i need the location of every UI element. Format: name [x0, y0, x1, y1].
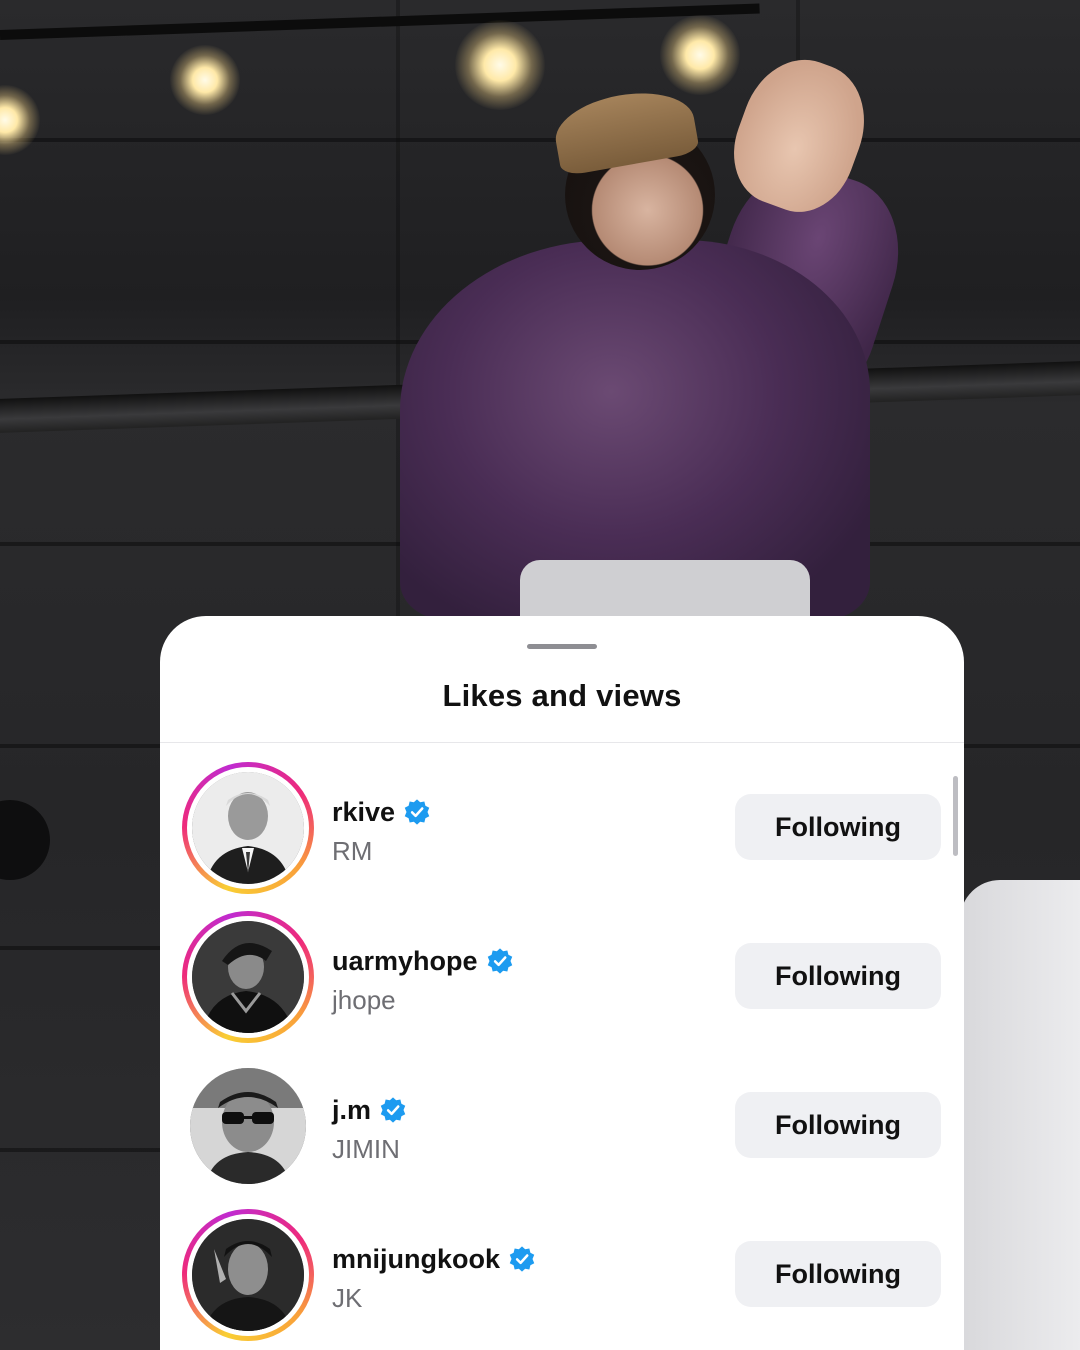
spotlight — [660, 15, 740, 95]
avatar[interactable] — [192, 921, 304, 1033]
avatar-photo-icon — [192, 1219, 304, 1331]
sheet-grabber-handle[interactable] — [527, 644, 597, 649]
avatar[interactable] — [192, 1219, 304, 1331]
username[interactable]: j.m — [332, 1095, 371, 1126]
header-divider — [160, 742, 964, 743]
list-item[interactable]: j.m JIMIN Following — [160, 1060, 964, 1200]
list-item[interactable]: rkive RM Following — [160, 762, 964, 902]
avatar-photo-icon — [192, 772, 304, 884]
list-item[interactable]: mnijungkook JK Following — [160, 1209, 964, 1349]
verified-badge-icon — [487, 948, 512, 974]
story-ring[interactable] — [182, 911, 314, 1043]
sheet-title: Likes and views — [442, 678, 682, 713]
verified-badge-icon — [380, 1097, 406, 1123]
avatar[interactable] — [192, 772, 304, 884]
following-button[interactable]: Following — [735, 1092, 941, 1158]
display-name: JK — [332, 1283, 363, 1313]
username[interactable]: mnijungkook — [332, 1244, 500, 1275]
username[interactable]: uarmyhope — [332, 946, 478, 977]
likes-and-views-sheet: Likes and views rkive RM Following uarmy… — [160, 616, 964, 1350]
verified-badge-icon — [404, 799, 430, 825]
following-button[interactable]: Following — [735, 943, 941, 1009]
spotlight — [455, 20, 545, 110]
display-name: JIMIN — [332, 1134, 400, 1164]
display-name: jhope — [332, 985, 396, 1015]
list-item[interactable]: uarmyhope jhope Following — [160, 911, 964, 1051]
username[interactable]: rkive — [332, 797, 395, 828]
spotlight — [170, 45, 240, 115]
display-name: RM — [332, 836, 373, 866]
story-ring[interactable] — [182, 1209, 314, 1341]
person-leg — [960, 880, 1080, 1350]
verified-badge-icon — [509, 1246, 535, 1272]
following-button[interactable]: Following — [735, 794, 941, 860]
following-button[interactable]: Following — [735, 1241, 941, 1307]
avatar-photo-icon — [192, 921, 304, 1033]
story-ring[interactable] — [182, 762, 314, 894]
avatar-container[interactable] — [182, 1060, 314, 1192]
avatar-photo-icon — [190, 1068, 306, 1184]
avatar[interactable] — [190, 1068, 306, 1184]
